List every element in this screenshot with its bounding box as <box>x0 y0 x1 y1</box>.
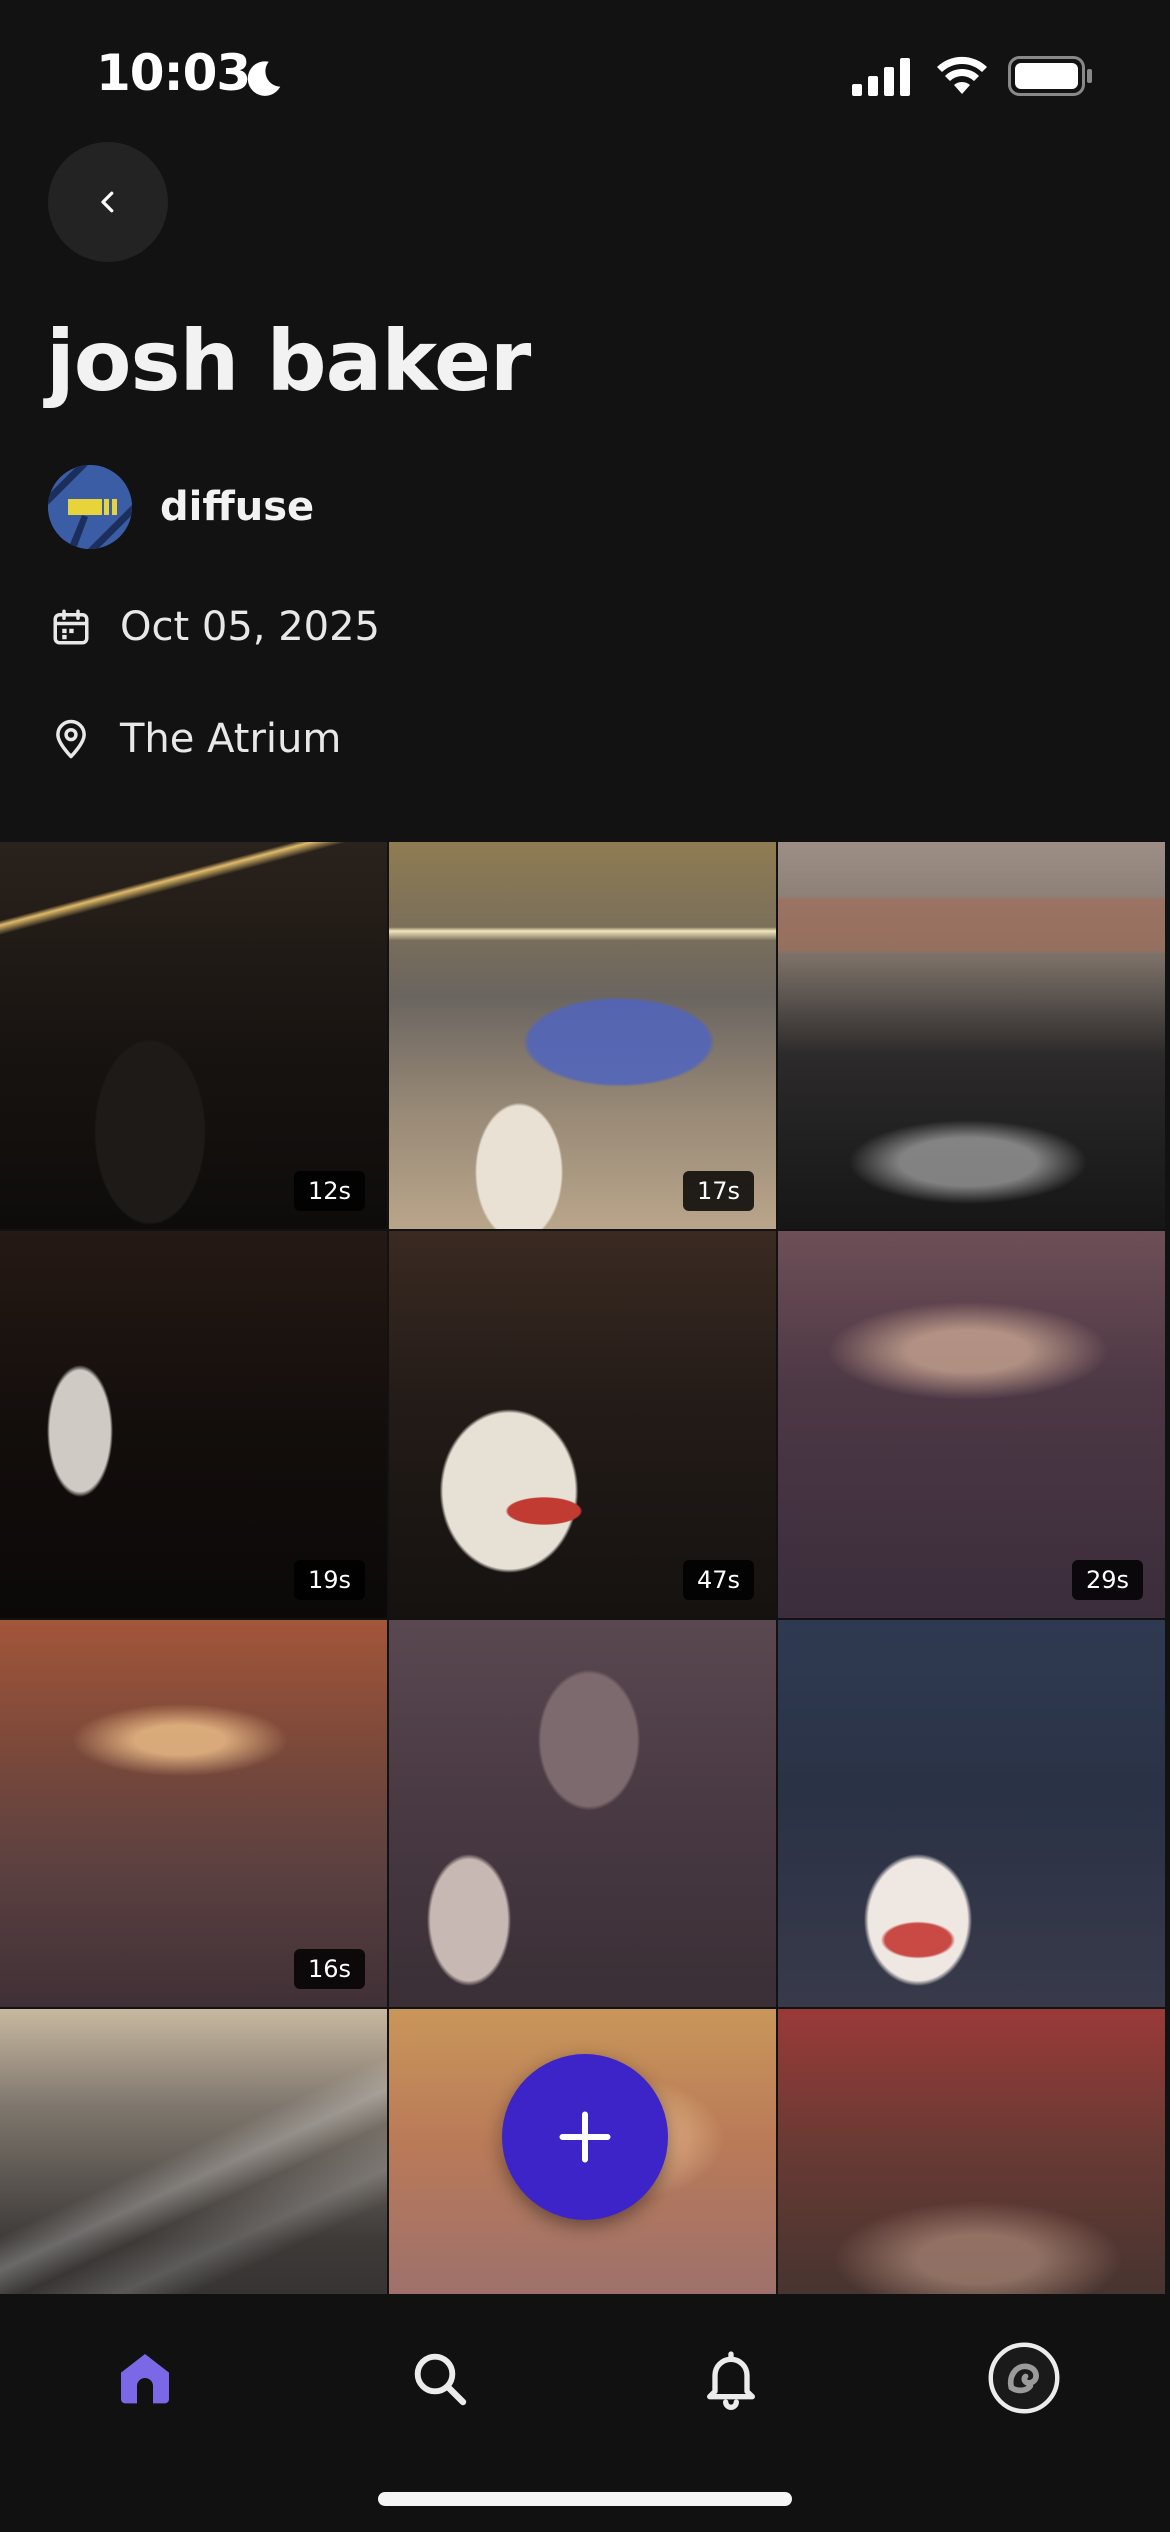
calendar-icon <box>48 604 94 650</box>
media-tile[interactable]: 12s <box>0 842 387 1229</box>
status-time: 10:03 <box>96 44 251 102</box>
video-duration-badge: 29s <box>1071 1560 1143 1600</box>
video-duration-badge: 47s <box>682 1560 754 1600</box>
tab-search[interactable] <box>395 2334 483 2422</box>
video-duration-badge: 16s <box>293 1949 365 1989</box>
profile-icon <box>988 2342 1060 2414</box>
home-indicator <box>378 2492 792 2506</box>
media-tile[interactable] <box>778 1620 1165 2007</box>
location-pin-icon <box>48 716 94 762</box>
moon-icon <box>247 61 281 96</box>
event-venue: The Atrium <box>120 716 342 762</box>
organizer-avatar <box>48 465 132 549</box>
media-tile[interactable]: 29s <box>778 1231 1165 1618</box>
add-media-button[interactable] <box>502 2054 668 2220</box>
tab-notifications[interactable] <box>687 2334 775 2422</box>
event-date-row: Oct 05, 2025 <box>48 604 380 650</box>
media-tile[interactable] <box>389 1620 776 2007</box>
wifi-icon <box>937 56 987 94</box>
media-tile[interactable] <box>778 842 1165 1229</box>
event-date: Oct 05, 2025 <box>120 604 380 650</box>
media-tile[interactable] <box>778 2009 1165 2294</box>
status-bar: 10:03 <box>0 0 1170 150</box>
organizer-name: diffuse <box>160 484 315 530</box>
media-tile[interactable]: 17s <box>389 842 776 1229</box>
media-tile[interactable]: 47s <box>389 1231 776 1618</box>
bell-icon <box>707 2351 755 2410</box>
media-tile[interactable]: 16s <box>0 1620 387 2007</box>
tab-home[interactable] <box>101 2334 189 2422</box>
plus-icon <box>559 2111 611 2163</box>
video-duration-badge: 12s <box>293 1171 365 1211</box>
search-icon <box>414 2353 467 2406</box>
tab-profile[interactable] <box>980 2334 1068 2422</box>
video-duration-badge: 17s <box>682 1171 754 1211</box>
media-tile[interactable]: 19s <box>0 1231 387 1618</box>
signal-icon <box>852 58 910 96</box>
event-venue-row[interactable]: The Atrium <box>48 716 341 762</box>
organizer-row[interactable]: diffuse <box>48 464 314 550</box>
video-duration-badge: 19s <box>293 1560 365 1600</box>
page-title: josh baker <box>46 312 531 410</box>
back-button[interactable] <box>48 142 168 262</box>
media-tile[interactable] <box>0 2009 387 2294</box>
battery-icon <box>1008 56 1092 96</box>
home-icon <box>121 2354 169 2404</box>
chevron-left-icon <box>101 191 114 213</box>
